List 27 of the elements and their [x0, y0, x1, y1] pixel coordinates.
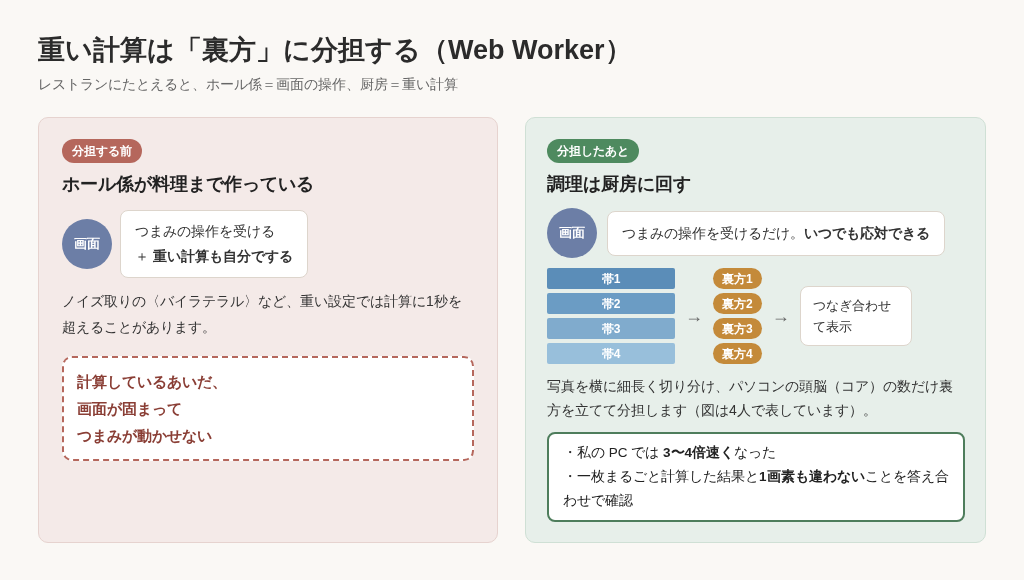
badge: 分担したあと — [547, 139, 639, 163]
note-text: ・私の PC では 3〜4倍速くなった — [563, 444, 778, 462]
worker-badge: 裏方3 — [713, 318, 762, 339]
badge: 分担する前 — [62, 139, 142, 163]
warning-text: つまみが動かせない — [77, 426, 213, 446]
bubble-text: ＋ 重い計算も自分でする — [135, 247, 293, 266]
warning-text: 画面が固まって — [77, 399, 183, 419]
image-band: 帯1 — [547, 268, 675, 289]
speech-bubble: つまみの操作を受けるだけ。いつでも応対できる — [607, 210, 945, 256]
worker-badge: 裏方2 — [713, 293, 762, 314]
image-band: 帯3 — [547, 318, 675, 339]
card-heading: ホール係が料理まで作っている — [62, 173, 315, 196]
bubble-text: つまみの操作を受ける — [135, 222, 276, 241]
worker-badge: 裏方4 — [713, 343, 762, 364]
arrow: → — [771, 304, 790, 328]
subtitle: レストランにたとえると、ホール係＝画面の操作、厨房＝重い計算 — [38, 75, 459, 94]
arrow: → — [685, 304, 703, 328]
page-title: 重い計算は「裏方」に分担する（Web Worker） — [38, 34, 633, 67]
description: ノイズ取りの〈バイラテラル〉など、重い設定では計算に1秒を超えることがあります。 — [62, 292, 463, 337]
warning-text: 計算しているあいだ、 — [77, 372, 228, 392]
image-band: 帯2 — [547, 293, 675, 314]
description: 写真を横に細長く切り分け、パソコンの頭脳（コア）の数だけ裏方を立てて分担します（図は4人で表しています）。 — [547, 377, 954, 420]
note-text: ・一枚まるごと計算した結果と1画素も違わないことを答え合わせで確認 — [563, 468, 949, 510]
card-heading: 調理は厨房に回す — [547, 173, 692, 196]
worker-badge: 裏方1 — [713, 268, 762, 289]
result-box: つなぎ合わせて表示 — [799, 286, 912, 346]
image-band: 帯4 — [547, 343, 675, 364]
